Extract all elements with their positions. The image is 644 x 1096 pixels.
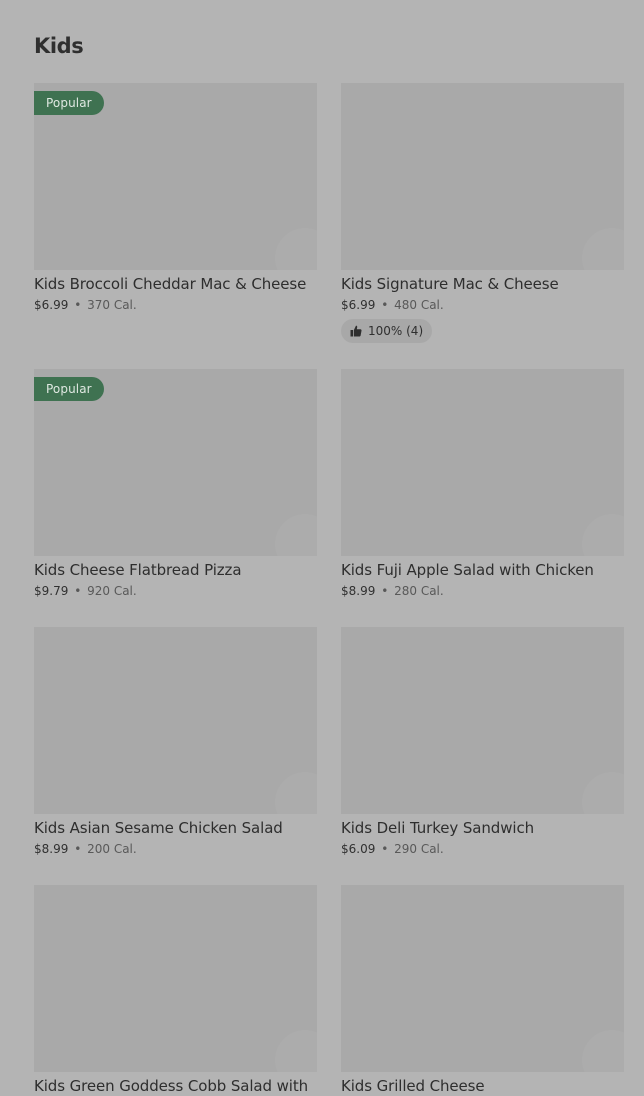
menu-item-card[interactable]: Kids Fuji Apple Salad with Chicken $8.99… <box>341 369 624 599</box>
menu-item-card[interactable]: Kids Signature Mac & Cheese $6.99 • 480 … <box>341 83 624 343</box>
menu-item-card[interactable]: Kids Green Goddess Cobb Salad with <box>34 885 317 1096</box>
popular-badge: Popular <box>34 91 104 115</box>
menu-item-card[interactable]: Popular Kids Broccoli Cheddar Mac & Chee… <box>34 83 317 313</box>
item-price: $9.79 <box>34 584 69 598</box>
item-calories: 920 Cal. <box>87 584 137 598</box>
item-image[interactable] <box>341 627 624 814</box>
meta-separator: • <box>74 584 82 598</box>
item-image[interactable] <box>341 885 624 1072</box>
item-price: $6.99 <box>341 298 376 312</box>
item-meta: $8.99 • 200 Cal. <box>34 841 317 857</box>
item-calories: 480 Cal. <box>394 298 444 312</box>
item-meta: $9.79 • 920 Cal. <box>34 583 317 599</box>
item-name[interactable]: Kids Broccoli Cheddar Mac & Cheese <box>34 274 317 294</box>
item-calories: 370 Cal. <box>87 298 137 312</box>
item-image[interactable] <box>341 83 624 270</box>
item-meta: $8.99 • 280 Cal. <box>341 583 624 599</box>
meta-separator: • <box>381 842 389 856</box>
item-name[interactable]: Kids Signature Mac & Cheese <box>341 274 624 294</box>
item-meta: $6.99 • 370 Cal. <box>34 297 317 313</box>
item-price: $8.99 <box>341 584 376 598</box>
rating-badge: 100% (4) <box>341 319 433 343</box>
item-name[interactable]: Kids Green Goddess Cobb Salad with <box>34 1076 317 1096</box>
item-image[interactable] <box>34 627 317 814</box>
item-name[interactable]: Kids Cheese Flatbread Pizza <box>34 560 317 580</box>
item-price: $8.99 <box>34 842 69 856</box>
item-image[interactable] <box>341 369 624 556</box>
item-name[interactable]: Kids Deli Turkey Sandwich <box>341 818 624 838</box>
section-title: Kids <box>34 34 84 58</box>
meta-separator: • <box>381 584 389 598</box>
item-calories: 290 Cal. <box>394 842 444 856</box>
item-meta: $6.99 • 480 Cal. <box>341 297 624 313</box>
rating-text: 100% (4) <box>368 324 424 338</box>
item-name[interactable]: Kids Fuji Apple Salad with Chicken <box>341 560 624 580</box>
item-price: $6.09 <box>341 842 376 856</box>
meta-separator: • <box>74 842 82 856</box>
thumbs-up-icon <box>350 325 362 337</box>
item-calories: 200 Cal. <box>87 842 137 856</box>
item-price: $6.99 <box>34 298 69 312</box>
meta-separator: • <box>381 298 389 312</box>
item-image[interactable] <box>34 885 317 1072</box>
item-image[interactable]: Popular <box>34 83 317 270</box>
menu-item-card[interactable]: Kids Deli Turkey Sandwich $6.09 • 290 Ca… <box>341 627 624 857</box>
menu-item-card[interactable]: Kids Grilled Cheese <box>341 885 624 1096</box>
item-image[interactable]: Popular <box>34 369 317 556</box>
menu-item-card[interactable]: Popular Kids Cheese Flatbread Pizza $9.7… <box>34 369 317 599</box>
popular-badge: Popular <box>34 377 104 401</box>
menu-item-card[interactable]: Kids Asian Sesame Chicken Salad $8.99 • … <box>34 627 317 857</box>
item-meta: $6.09 • 290 Cal. <box>341 841 624 857</box>
meta-separator: • <box>74 298 82 312</box>
item-name[interactable]: Kids Asian Sesame Chicken Salad <box>34 818 317 838</box>
item-calories: 280 Cal. <box>394 584 444 598</box>
item-name[interactable]: Kids Grilled Cheese <box>341 1076 624 1096</box>
